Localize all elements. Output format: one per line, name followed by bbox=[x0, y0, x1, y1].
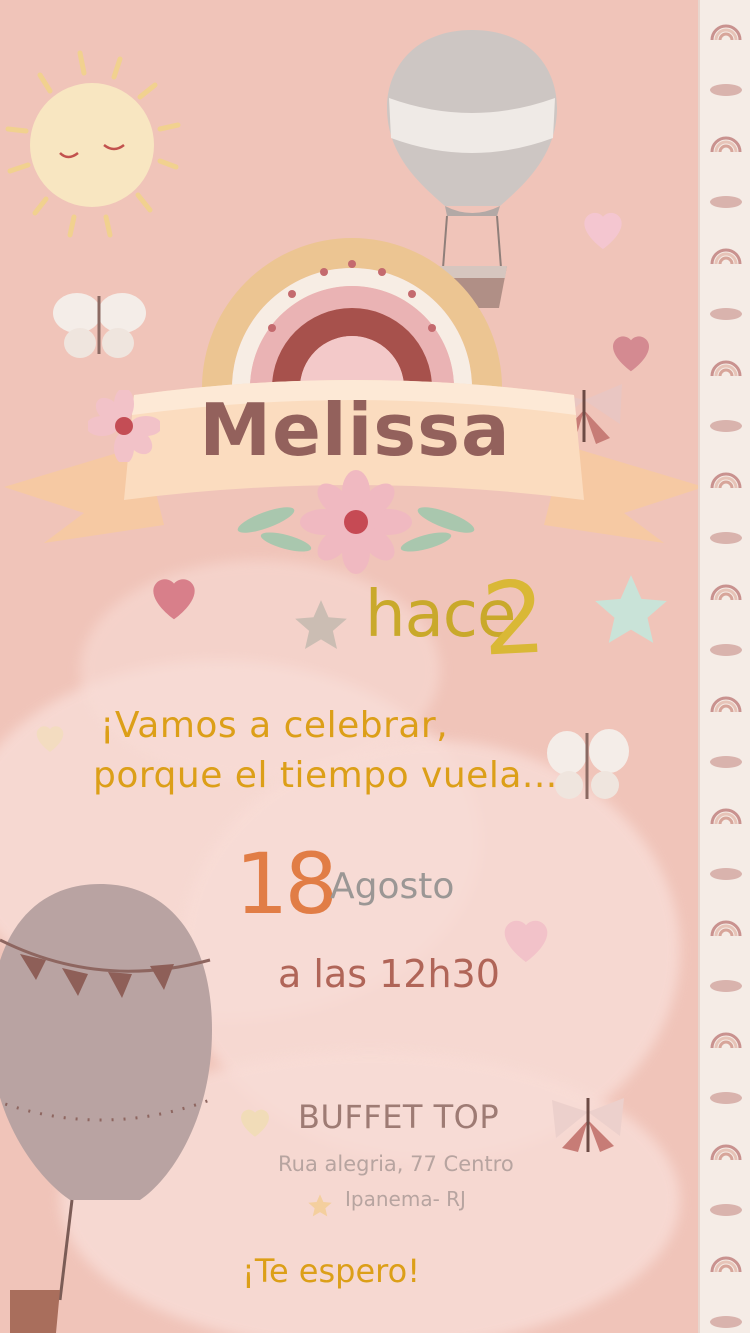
rainbow-icon bbox=[718, 32, 734, 41]
event-time: a las 12h30 bbox=[278, 952, 500, 996]
rainbow-icon bbox=[718, 704, 734, 713]
sun-icon bbox=[5, 50, 181, 238]
heart-icon bbox=[584, 212, 622, 249]
heart-icon bbox=[504, 920, 548, 962]
cloud-icon bbox=[710, 196, 742, 208]
slogan-line-2: porque el tiempo vuela... bbox=[93, 755, 558, 796]
butterfly-icon bbox=[547, 729, 629, 799]
event-day: 18 bbox=[235, 835, 338, 933]
cloud-icon bbox=[710, 420, 742, 432]
rainbow-icon bbox=[202, 238, 502, 388]
cloud-icon bbox=[710, 532, 742, 544]
star-icon bbox=[595, 575, 667, 643]
slogan-line-1: ¡Vamos a celebrar, bbox=[100, 705, 449, 746]
venue-address: Rua alegria, 77 Centro bbox=[278, 1152, 514, 1176]
cloud-icon bbox=[710, 644, 742, 656]
rainbow-icon bbox=[718, 368, 734, 377]
cloud-icon bbox=[710, 1204, 742, 1216]
cloud-icon bbox=[710, 308, 742, 320]
age-number: 2 bbox=[478, 558, 549, 679]
star-icon bbox=[308, 1194, 332, 1217]
rainbow-icon bbox=[718, 1040, 734, 1049]
rainbow-icon bbox=[718, 144, 734, 153]
rainbow-icon bbox=[718, 1264, 734, 1273]
cloud-icon bbox=[710, 1316, 742, 1328]
rainbow-icon bbox=[718, 1152, 734, 1161]
star-icon bbox=[295, 600, 347, 649]
cloud-icon bbox=[710, 1092, 742, 1104]
closing-text: ¡Te espero! bbox=[242, 1252, 421, 1290]
butterfly-icon bbox=[53, 293, 146, 358]
rainbow-pattern bbox=[710, 24, 742, 1328]
venue-name: BUFFET TOP bbox=[298, 1098, 500, 1136]
child-name: Melissa bbox=[199, 388, 511, 472]
event-month: Agosto bbox=[330, 866, 455, 907]
rainbow-icon bbox=[718, 928, 734, 937]
cloud-icon bbox=[710, 868, 742, 880]
cloud-icon bbox=[710, 84, 742, 96]
pattern-strip bbox=[698, 0, 750, 1333]
rainbow-icon bbox=[718, 592, 734, 601]
rainbow-icon bbox=[718, 480, 734, 489]
cloud-icon bbox=[710, 756, 742, 768]
rainbow-icon bbox=[718, 816, 734, 825]
cloud-icon bbox=[710, 980, 742, 992]
heart-icon bbox=[36, 726, 64, 752]
butterfly-icon bbox=[552, 1098, 624, 1152]
hot-air-balloon-icon bbox=[0, 884, 212, 1333]
flower-icon bbox=[237, 470, 475, 574]
heart-icon bbox=[613, 336, 649, 372]
venue-city: Ipanema- RJ bbox=[345, 1187, 466, 1211]
heart-icon bbox=[241, 1109, 269, 1137]
rainbow-icon bbox=[718, 256, 734, 265]
invitation-card: Melissa hace 2 ¡Vamos a celebrar, porque… bbox=[0, 0, 750, 1333]
